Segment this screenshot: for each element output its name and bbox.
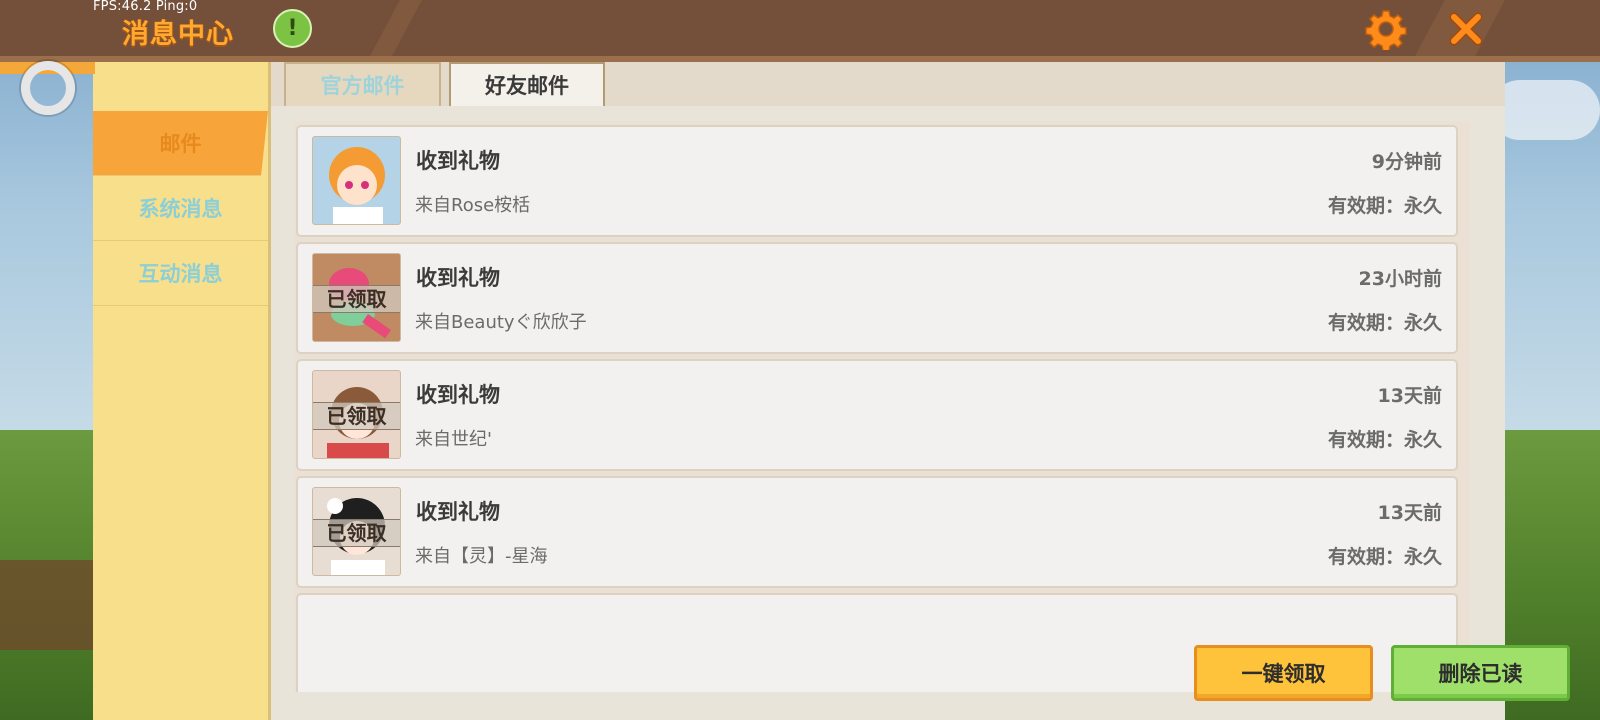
mail-time: 13天前 bbox=[1377, 385, 1442, 407]
mail-card[interactable]: 收到礼物 来自Rose桉栝 9分钟前 有效期：永久 bbox=[296, 125, 1458, 237]
mail-title: 收到礼物 bbox=[416, 500, 500, 524]
mail-title: 收到礼物 bbox=[416, 383, 500, 407]
claimed-badge: 已领取 bbox=[313, 402, 400, 430]
gear-icon[interactable] bbox=[1365, 8, 1407, 50]
sidebar: 邮件 系统消息 互动消息 bbox=[93, 56, 271, 720]
claimed-badge: 已领取 bbox=[313, 285, 400, 313]
mail-list[interactable]: 收到礼物 来自Rose桉栝 9分钟前 有效期：永久 已领取 收到礼物 来自Bea… bbox=[294, 121, 1470, 692]
mail-card[interactable]: 已领取 收到礼物 来自世纪' 13天前 有效期：永久 bbox=[296, 359, 1458, 471]
fps-readout: FPS:46.2 Ping:0 bbox=[93, 0, 198, 14]
message-panel: 邮件 系统消息 互动消息 官方邮件 好友邮件 收到礼物 来自Rose桉栝 9分钟… bbox=[93, 56, 1570, 720]
claim-all-button[interactable]: 一键领取 bbox=[1194, 645, 1373, 701]
gift-thumbnail: 已领取 bbox=[312, 253, 401, 342]
dirt-block bbox=[0, 560, 95, 650]
mail-title: 收到礼物 bbox=[416, 266, 500, 290]
sidebar-item-label: 邮件 bbox=[159, 132, 202, 156]
tab-friend-mail[interactable]: 好友邮件 bbox=[449, 62, 605, 106]
mail-validity: 有效期：永久 bbox=[1327, 429, 1442, 451]
mail-sender: 来自Beautyぐ欣欣子 bbox=[415, 312, 587, 333]
mail-sender: 来自【灵】-星海 bbox=[415, 546, 548, 567]
page-title: 消息中心 bbox=[122, 19, 234, 50]
sidebar-item-mail[interactable]: 邮件 bbox=[93, 111, 268, 176]
mail-validity: 有效期：永久 bbox=[1327, 546, 1442, 568]
top-bar-stripe bbox=[0, 56, 1600, 62]
delete-read-button[interactable]: 删除已读 bbox=[1391, 645, 1570, 701]
gift-thumbnail: 已领取 bbox=[312, 370, 401, 459]
mail-time: 23小时前 bbox=[1358, 268, 1442, 290]
mail-title: 收到礼物 bbox=[416, 149, 500, 173]
ring-icon[interactable] bbox=[21, 61, 75, 115]
mail-validity: 有效期：永久 bbox=[1327, 195, 1442, 217]
mail-time: 13天前 bbox=[1377, 502, 1442, 524]
sidebar-item-interaction[interactable]: 互动消息 bbox=[93, 241, 268, 306]
gift-thumbnail: 已领取 bbox=[312, 487, 401, 576]
gift-thumbnail bbox=[312, 136, 401, 225]
mail-time: 9分钟前 bbox=[1371, 151, 1442, 173]
tab-bar: 官方邮件 好友邮件 bbox=[271, 56, 1505, 106]
mail-validity: 有效期：永久 bbox=[1327, 312, 1442, 334]
cloud bbox=[1490, 80, 1600, 140]
claimed-badge: 已领取 bbox=[313, 519, 400, 547]
mail-sender: 来自Rose桉栝 bbox=[415, 195, 531, 216]
avatar-illustration bbox=[313, 137, 400, 224]
mail-sender: 来自世纪' bbox=[415, 429, 492, 450]
top-bar bbox=[0, 0, 1600, 56]
alert-icon[interactable]: ! bbox=[273, 9, 312, 48]
content-area: 官方邮件 好友邮件 收到礼物 来自Rose桉栝 9分钟前 有效期：永久 已领取 … bbox=[271, 56, 1570, 720]
mail-card[interactable]: 已领取 收到礼物 来自【灵】-星海 13天前 有效期：永久 bbox=[296, 476, 1458, 588]
sidebar-item-label: 系统消息 bbox=[138, 197, 223, 221]
sidebar-item-label: 互动消息 bbox=[138, 262, 223, 286]
sidebar-item-system[interactable]: 系统消息 bbox=[93, 176, 268, 241]
close-icon[interactable] bbox=[1447, 10, 1485, 48]
mail-card[interactable]: 已领取 收到礼物 来自Beautyぐ欣欣子 23小时前 有效期：永久 bbox=[296, 242, 1458, 354]
tab-official-mail[interactable]: 官方邮件 bbox=[284, 62, 441, 106]
